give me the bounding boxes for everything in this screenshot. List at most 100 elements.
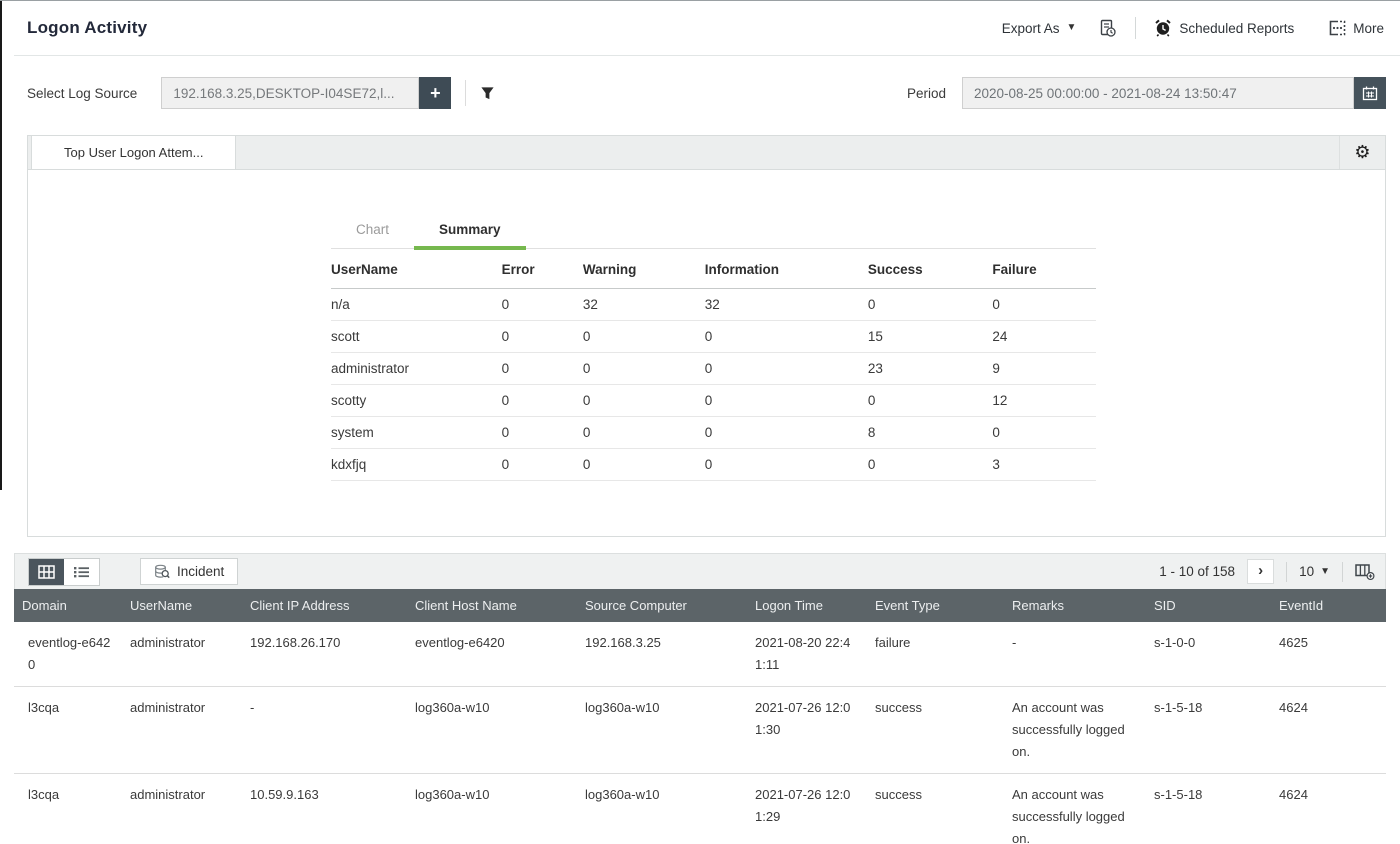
cell-domain: l3cqa (14, 773, 122, 844)
page-header: Logon Activity Export As ▼ Scheduled Rep… (0, 1, 1400, 55)
cell-client-host: log360a-w10 (407, 773, 577, 844)
summary-row: n/a 0 32 32 0 0 (331, 288, 1096, 321)
cell-client-host: log360a-w10 (407, 686, 577, 774)
cell-username: administrator (122, 773, 242, 844)
cell-domain: l3cqa (14, 686, 122, 774)
summary-cell-error: 0 (501, 384, 583, 417)
events-toolbar: Incident 1 - 10 of 158 › 10 ▼ (14, 553, 1386, 589)
filter-row: Select Log Source 192.168.3.25,DESKTOP-I… (0, 56, 1400, 109)
cell-source-computer: 192.168.3.25 (577, 622, 747, 687)
summary-cell-information: 0 (704, 384, 868, 417)
summary-cell-information: 0 (704, 320, 868, 353)
tab-top-user-logon-attempts[interactable]: Top User Logon Attem... (31, 136, 237, 169)
tab-summary[interactable]: Summary (414, 216, 526, 250)
cell-logon-time: 2021-08-20 22:41:11 (747, 622, 867, 687)
cell-eventid: 4624 (1271, 686, 1386, 774)
cell-eventid: 4625 (1271, 622, 1386, 687)
summary-cell-error: 0 (501, 288, 583, 321)
summary-cell-error: 0 (501, 352, 583, 385)
events-column-header: Domain (14, 589, 122, 622)
event-row[interactable]: l3cqa administrator - log360a-w10 log360… (14, 686, 1386, 774)
summary-cell-error: 0 (501, 416, 583, 449)
more-icon (1328, 20, 1346, 36)
tab-chart[interactable]: Chart (331, 216, 414, 248)
page-size-dropdown[interactable]: 10 ▼ (1299, 564, 1330, 579)
events-column-header: Client IP Address (242, 589, 407, 622)
events-table: Domain UserName Client IP Address Client Ho… (14, 589, 1386, 844)
summary-cell-warning: 0 (582, 384, 705, 417)
summary-cell-username: administrator (331, 352, 502, 385)
add-log-source-button[interactable]: + (419, 77, 452, 109)
panel-settings-button[interactable]: ⚙ (1339, 136, 1385, 169)
calendar-button[interactable] (1354, 77, 1386, 109)
scheduled-reports-button[interactable]: Scheduled Reports (1154, 19, 1294, 37)
cell-source-computer: log360a-w10 (577, 686, 747, 774)
add-column-button[interactable] (1355, 563, 1375, 580)
summary-cell-username: scott (331, 320, 502, 353)
summary-cell-information: 0 (704, 448, 868, 481)
log-source-input[interactable]: 192.168.3.25,DESKTOP-I04SE72,l... (161, 77, 420, 109)
events-column-header: Source Computer (577, 589, 747, 622)
report-panel: Top User Logon Attem... ⚙ Chart Summary … (27, 135, 1386, 537)
period-input[interactable]: 2020-08-25 00:00:00 - 2021-08-24 13:50:4… (962, 77, 1354, 109)
cell-sid: s-1-0-0 (1146, 622, 1271, 687)
summary-cell-information: 0 (704, 352, 868, 385)
cell-logon-time: 2021-07-26 12:01:30 (747, 686, 867, 774)
cell-username: administrator (122, 686, 242, 774)
cell-event-type: success (867, 773, 1004, 844)
events-section: Incident 1 - 10 of 158 › 10 ▼ Domain Use… (14, 553, 1386, 844)
events-column-header: SID (1146, 589, 1271, 622)
toolbar-divider (1342, 561, 1343, 582)
header-divider (1135, 17, 1137, 39)
export-as-label: Export As (1001, 20, 1060, 36)
cell-source-computer: log360a-w10 (577, 773, 747, 844)
cell-client-ip: 10.59.9.163 (242, 773, 407, 844)
cell-client-ip: - (242, 686, 407, 774)
more-menu-button[interactable]: More (1328, 20, 1384, 36)
summary-cell-information: 32 (704, 288, 868, 321)
summary-row: system 0 0 0 8 0 (331, 416, 1096, 449)
export-history-icon[interactable] (1098, 19, 1117, 38)
cell-event-type: success (867, 686, 1004, 774)
summary-cell-username: system (331, 416, 502, 449)
cell-remarks: An account was successfully logged on. (1004, 773, 1146, 844)
events-column-header: EventId (1271, 589, 1386, 622)
log-source-label: Select Log Source (27, 85, 138, 101)
grid-view-button[interactable] (29, 558, 64, 585)
page-title: Logon Activity (27, 18, 148, 37)
summary-cell-warning: 32 (582, 288, 705, 321)
events-column-header: Logon Time (747, 589, 867, 622)
summary-cell-success: 8 (867, 416, 993, 449)
cell-remarks: An account was successfully logged on. (1004, 686, 1146, 774)
scheduled-reports-label: Scheduled Reports (1179, 20, 1295, 36)
events-column-header: Event Type (867, 589, 1004, 622)
summary-cell-warning: 0 (582, 416, 705, 449)
summary-cell-warning: 0 (582, 352, 705, 385)
event-row[interactable]: l3cqa administrator 10.59.9.163 log360a-… (14, 773, 1386, 844)
summary-cell-warning: 0 (582, 448, 705, 481)
filter-funnel-icon[interactable] (480, 86, 495, 101)
gear-icon: ⚙ (1354, 142, 1371, 162)
summary-cell-failure: 0 (992, 288, 1096, 321)
alarm-clock-icon (1154, 19, 1172, 37)
summary-cell-failure: 9 (992, 352, 1096, 385)
summary-row: scotty 0 0 0 0 12 (331, 384, 1096, 417)
event-row[interactable]: eventlog-e6420 administrator 192.168.26.… (14, 622, 1386, 687)
report-panel-body: Chart Summary UserName Error Warning Inform… (28, 170, 1385, 481)
incident-button[interactable]: Incident (140, 558, 239, 585)
cell-sid: s-1-5-18 (1146, 773, 1271, 844)
incident-label: Incident (177, 564, 225, 579)
next-page-button[interactable]: › (1247, 559, 1275, 584)
list-view-icon (73, 565, 90, 579)
incident-icon (154, 564, 170, 580)
events-column-header: Remarks (1004, 589, 1146, 622)
summary-cell-success: 0 (867, 384, 993, 417)
chart-summary-tabs: Chart Summary (331, 216, 1096, 250)
caret-down-icon: ▼ (1320, 565, 1330, 577)
cell-logon-time: 2021-07-26 12:01:29 (747, 773, 867, 844)
export-as-dropdown[interactable]: Export As ▼ (1002, 21, 1077, 36)
summary-cell-failure: 12 (992, 384, 1096, 417)
list-view-button[interactable] (64, 558, 99, 585)
cell-eventid: 4624 (1271, 773, 1386, 844)
summary-cell-warning: 0 (582, 320, 705, 353)
